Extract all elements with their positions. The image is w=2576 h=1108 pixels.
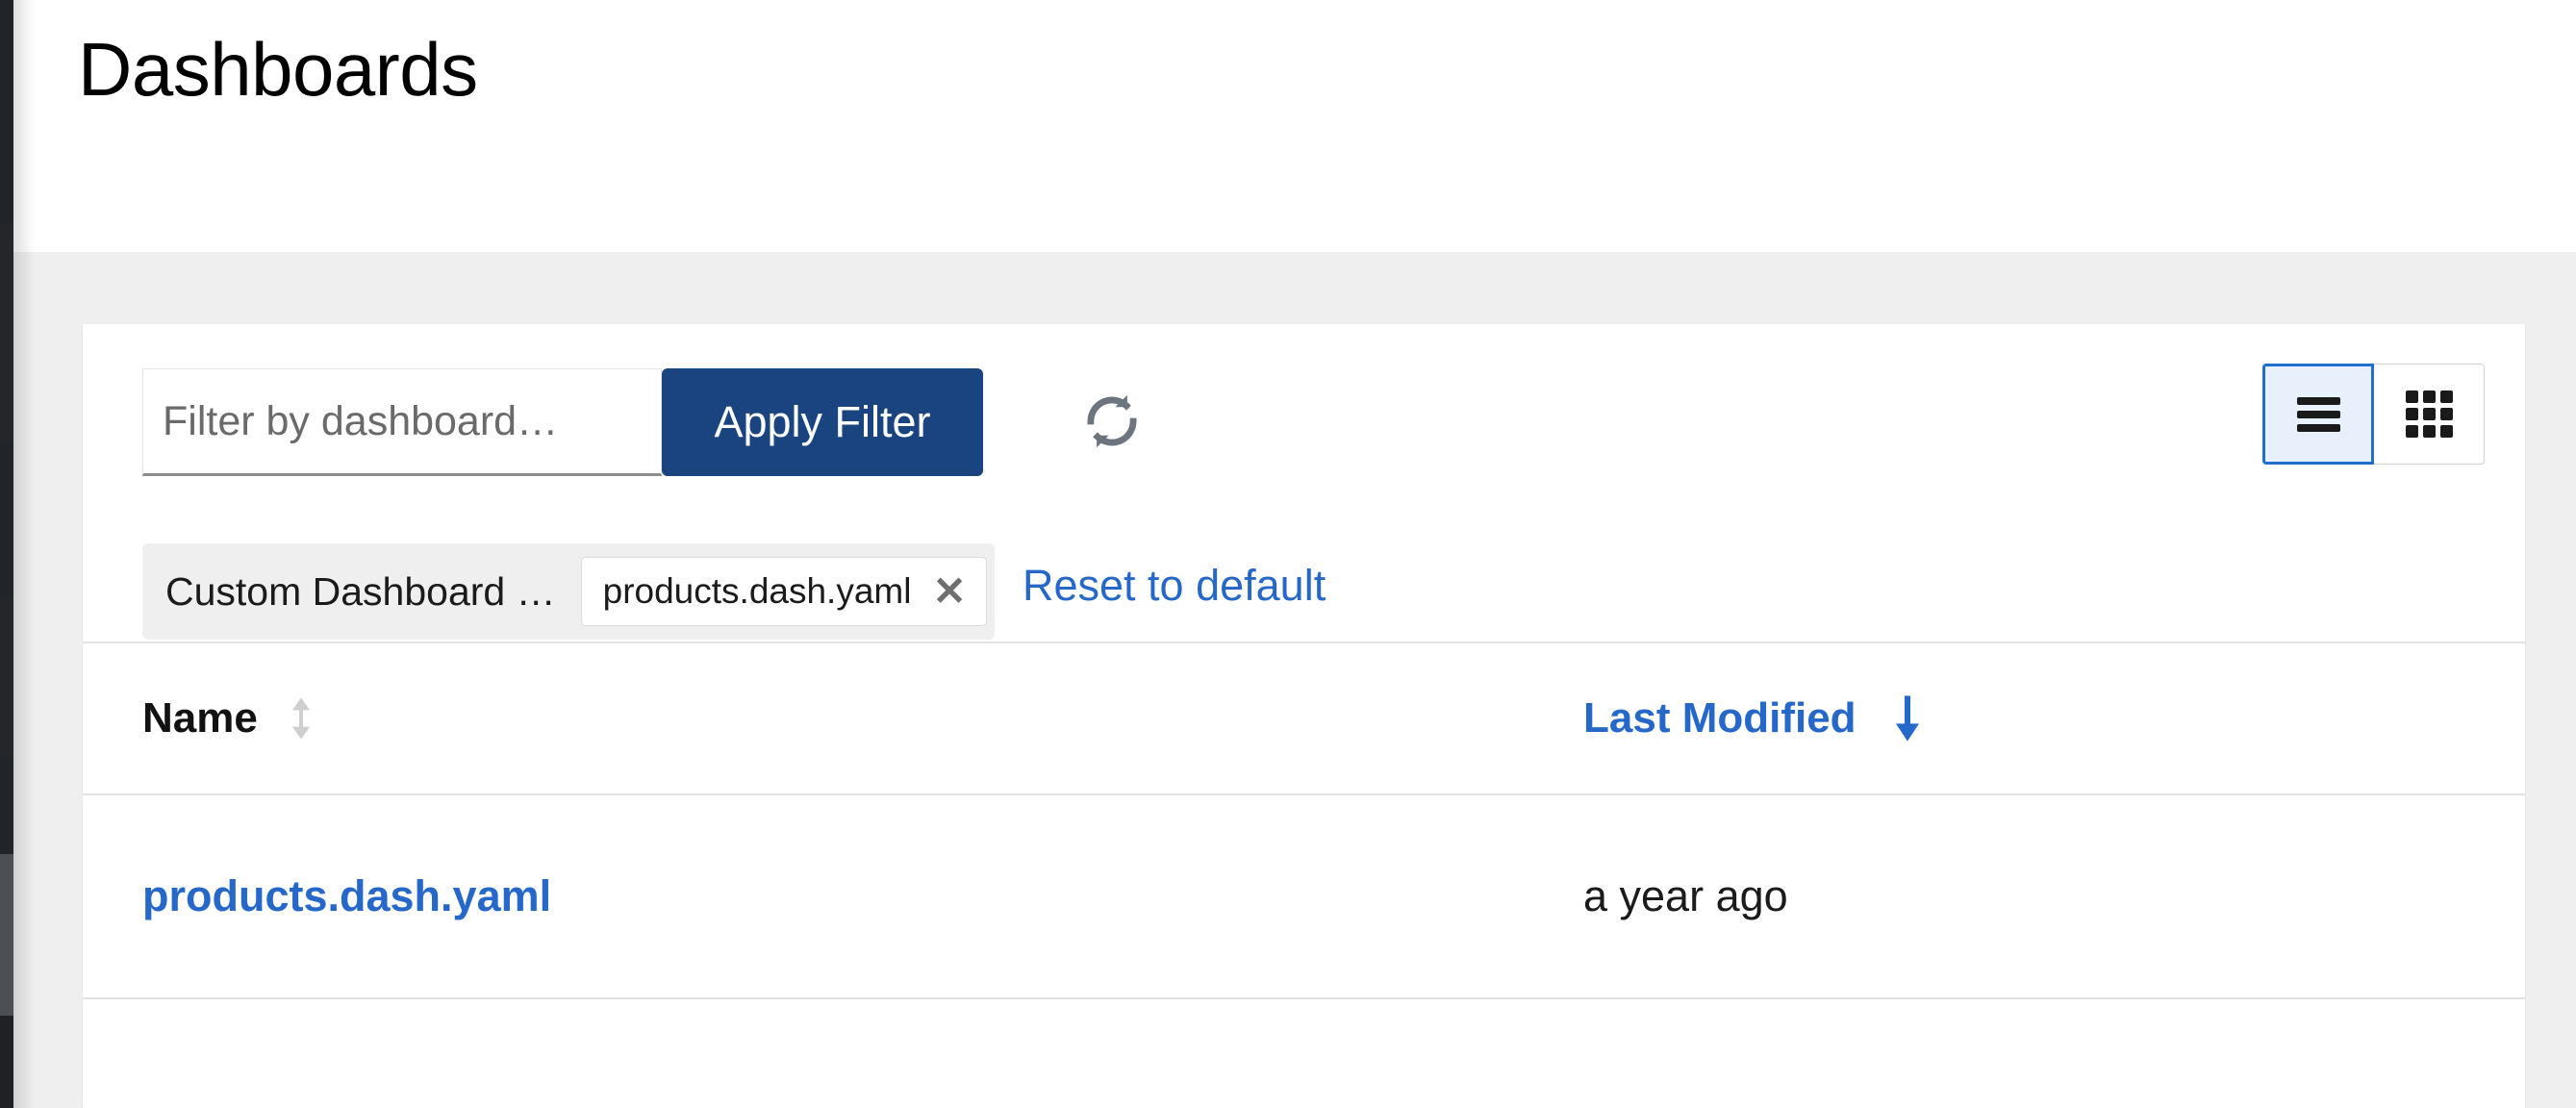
dashboards-card: Apply Filter — [83, 324, 2525, 1108]
refresh-button[interactable] — [1073, 384, 1150, 461]
rail-segment[interactable] — [0, 854, 13, 1016]
grid-view-icon — [2405, 390, 2453, 438]
filter-chip-label: Custom Dashboard … — [165, 568, 556, 614]
column-header-last-modified[interactable]: Last Modified — [1583, 693, 2525, 743]
filter-chip-value: products.dash.yaml — [602, 571, 912, 611]
list-view-button[interactable] — [2262, 364, 2374, 465]
page-title: Dashboards — [78, 27, 478, 112]
dashboards-table: Name Last Modified products.dash.yaml a … — [83, 643, 2525, 999]
rail-segment[interactable] — [0, 1016, 13, 1108]
rail-segment[interactable] — [0, 758, 13, 854]
close-icon[interactable]: ✕ — [932, 571, 966, 612]
table-cell-last-modified: a year ago — [1583, 871, 2525, 921]
page-header: Dashboards — [13, 0, 2576, 252]
column-header-name[interactable]: Name — [83, 693, 1583, 743]
view-toggle-group — [2262, 364, 2485, 465]
table-cell-name: products.dash.yaml — [83, 871, 1583, 921]
rail-segment[interactable] — [0, 223, 13, 442]
page-body: Apply Filter — [13, 252, 2576, 1108]
rail-segment[interactable] — [0, 442, 13, 596]
filter-input[interactable] — [142, 368, 662, 476]
table-header-row: Name Last Modified — [83, 643, 2525, 795]
toolbar: Apply Filter — [83, 324, 2525, 497]
rail-segment[interactable] — [0, 596, 13, 758]
sort-desc-icon[interactable] — [1893, 693, 1922, 743]
filter-chip-group: Custom Dashboard … products.dash.yaml ✕ — [142, 543, 995, 640]
refresh-icon — [1079, 389, 1145, 457]
dashboard-link[interactable]: products.dash.yaml — [142, 871, 551, 921]
sort-neutral-icon[interactable] — [289, 693, 314, 743]
last-modified-value: a year ago — [1583, 871, 1788, 920]
filter-chip[interactable]: products.dash.yaml ✕ — [580, 557, 987, 626]
active-filters-row: Custom Dashboard … products.dash.yaml ✕ … — [83, 497, 2525, 643]
column-header-last-modified-label: Last Modified — [1583, 694, 1856, 742]
rail-segment[interactable] — [0, 0, 13, 223]
grid-view-button[interactable] — [2373, 364, 2485, 465]
reset-to-default-link[interactable]: Reset to default — [1023, 561, 1326, 611]
apply-filter-button[interactable]: Apply Filter — [662, 368, 983, 476]
list-view-icon — [2296, 391, 2340, 438]
app-nav-rail[interactable] — [0, 0, 13, 1108]
table-row[interactable]: products.dash.yaml a year ago — [83, 795, 2525, 999]
column-header-name-label: Name — [142, 694, 258, 742]
